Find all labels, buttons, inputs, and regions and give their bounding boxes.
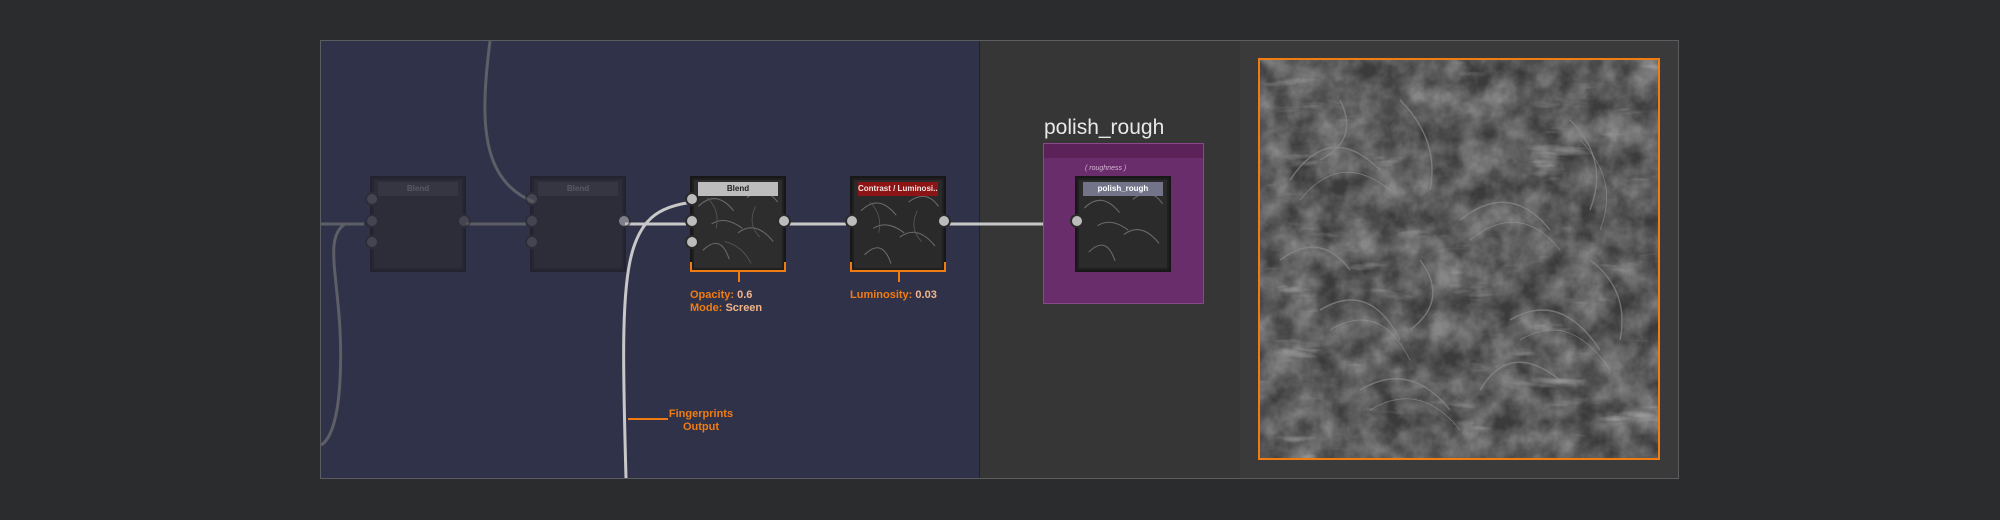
node-title: Blend [378, 182, 458, 196]
fingerprints-line2: Output [682, 421, 720, 433]
fingerprints-annotation-line [628, 418, 668, 420]
input-port[interactable] [525, 192, 539, 206]
group-header [1044, 144, 1203, 158]
node-title: polish_rough [1083, 182, 1163, 196]
blend-node-2[interactable]: Blend [525, 176, 631, 272]
node-title: Contrast / Luminosi... [858, 182, 938, 196]
roughness-texture-preview [1258, 58, 1660, 460]
output-port[interactable] [617, 214, 631, 228]
output-frame-title: polish_rough [1044, 116, 1165, 139]
luminosity-label: Luminosity: [850, 289, 913, 301]
fingerprints-annotation: Fingerprints Output [668, 408, 734, 434]
output-port[interactable] [777, 214, 791, 228]
input-port[interactable] [525, 214, 539, 228]
opacity-label: Opacity: [690, 289, 735, 301]
texture-preview-icon [1260, 60, 1658, 458]
contrast-annotation: Luminosity: 0.03 [850, 289, 937, 302]
input-port[interactable] [365, 235, 379, 249]
contrast-luminosity-node[interactable]: Contrast / Luminosi... [845, 176, 951, 272]
input-port[interactable] [365, 214, 379, 228]
input-port[interactable] [685, 214, 699, 228]
output-port[interactable] [457, 214, 471, 228]
input-port[interactable] [685, 192, 699, 206]
input-port[interactable] [685, 235, 699, 249]
node-title: Blend [698, 182, 778, 196]
fingerprints-line1: Fingerprints [668, 408, 734, 420]
input-port[interactable] [845, 214, 859, 228]
output-node-polish-rough[interactable]: polish_rough [1070, 176, 1171, 272]
mode-value: Screen [725, 302, 763, 314]
blend-node-1[interactable]: Blend [365, 176, 471, 272]
blend-node-3[interactable]: Blend [685, 176, 791, 272]
group-label: ( roughness ) [1085, 165, 1127, 172]
mode-label: Mode: [690, 302, 723, 314]
node-title: Blend [538, 182, 618, 196]
luminosity-value: 0.03 [915, 289, 937, 301]
blend-annotation-bracket [690, 262, 786, 282]
opacity-value: 0.6 [737, 289, 753, 301]
output-port[interactable] [937, 214, 951, 228]
contrast-annotation-bracket [850, 262, 946, 282]
blend-annotation: Opacity: 0.6 Mode: Screen [690, 289, 762, 315]
input-port[interactable] [365, 192, 379, 206]
input-port[interactable] [525, 235, 539, 249]
input-port[interactable] [1070, 214, 1084, 228]
